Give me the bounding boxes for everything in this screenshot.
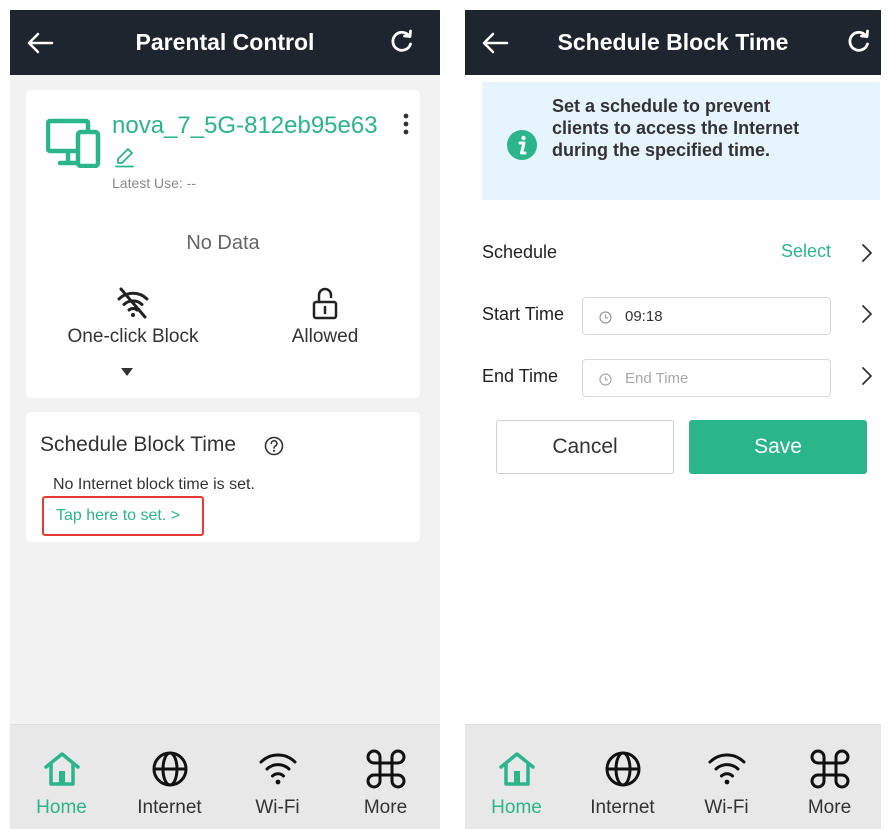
usage-status: No Data xyxy=(186,232,260,254)
save-button[interactable]: Save xyxy=(689,420,867,474)
action-label: Allowed xyxy=(291,326,359,347)
schedule-title: Schedule Block Time xyxy=(40,433,237,456)
globe-icon xyxy=(605,751,640,787)
home-icon xyxy=(498,752,535,786)
globe-icon xyxy=(152,751,187,787)
nav-label: Wi-Fi xyxy=(255,797,300,818)
nav-label: Home xyxy=(36,797,87,818)
schedule-block-time-screen: Schedule Block Time Set a schedule to pr… xyxy=(465,10,881,829)
more-vertical-icon[interactable] xyxy=(398,112,414,138)
nav-more[interactable]: More xyxy=(778,725,881,829)
wifi-icon xyxy=(708,753,745,785)
end-time-placeholder: End Time xyxy=(625,370,689,387)
latest-use-label: Latest Use: xyxy=(112,175,183,191)
start-time-label: Start Time xyxy=(482,304,565,324)
top-bar: Schedule Block Time xyxy=(465,10,881,75)
nav-label: More xyxy=(363,797,408,818)
nav-label: Home xyxy=(491,797,542,818)
set-schedule-link-label: Tap here to set. > xyxy=(56,507,181,524)
nav-label: Internet xyxy=(137,797,202,818)
parental-control-screen: Parental Control nova_7_5G-812eb95e63 La… xyxy=(10,10,440,829)
start-time-value: 09:18 xyxy=(625,308,663,325)
home-icon xyxy=(43,752,80,786)
command-icon xyxy=(366,749,405,789)
info-text: Set a schedule to prevent clients to acc… xyxy=(552,96,800,160)
start-time-input[interactable]: 09:18 xyxy=(582,297,831,335)
bottom-nav: Home Internet Wi-Fi More xyxy=(10,724,440,829)
set-schedule-link[interactable]: Tap here to set. > xyxy=(42,496,204,536)
latest-use-value: -- xyxy=(186,175,197,191)
nav-home[interactable]: Home xyxy=(10,725,113,829)
chevron-right-icon[interactable] xyxy=(861,243,873,263)
nav-wifi[interactable]: Wi-Fi xyxy=(675,725,778,829)
page-title: Schedule Block Time xyxy=(557,29,789,55)
clock-icon xyxy=(599,311,612,324)
refresh-icon[interactable] xyxy=(387,27,417,57)
allowed-button[interactable]: Allowed xyxy=(240,286,410,348)
bottom-nav: Home Internet Wi-Fi More xyxy=(465,724,881,829)
top-bar: Parental Control xyxy=(10,10,440,75)
device-card: nova_7_5G-812eb95e63 Latest Use: -- No D… xyxy=(26,90,420,398)
page-title: Parental Control xyxy=(135,29,315,55)
action-label: One-click Block xyxy=(67,326,199,347)
schedule-block-card: Schedule Block Time No Internet block ti… xyxy=(26,412,420,542)
nav-internet[interactable]: Internet xyxy=(571,725,674,829)
one-click-block-button[interactable]: One-click Block xyxy=(48,286,218,348)
device-name: nova_7_5G-812eb95e63 xyxy=(112,112,378,139)
nav-wifi[interactable]: Wi-Fi xyxy=(226,725,329,829)
edit-icon[interactable] xyxy=(114,146,136,168)
schedule-status: No Internet block time is set. xyxy=(53,476,255,493)
schedule-select[interactable]: Select xyxy=(781,241,831,262)
caret-down-icon[interactable] xyxy=(121,368,133,376)
cancel-button[interactable]: Cancel xyxy=(496,420,674,474)
end-time-input[interactable]: End Time xyxy=(582,359,831,397)
clock-icon xyxy=(599,373,612,386)
wifi-icon xyxy=(259,753,296,785)
chevron-right-icon[interactable] xyxy=(861,304,873,324)
command-icon xyxy=(810,749,849,789)
unlock-icon xyxy=(312,287,338,320)
nav-label: Wi-Fi xyxy=(704,797,749,818)
help-icon[interactable] xyxy=(264,436,284,456)
nav-label: More xyxy=(807,797,852,818)
nav-label: Internet xyxy=(590,797,655,818)
info-icon xyxy=(507,130,537,160)
end-time-label: End Time xyxy=(482,366,559,386)
schedule-label: Schedule xyxy=(482,242,558,262)
wifi-off-icon xyxy=(117,287,149,319)
nav-more[interactable]: More xyxy=(334,725,437,829)
nav-internet[interactable]: Internet xyxy=(118,725,221,829)
chevron-right-icon[interactable] xyxy=(861,366,873,386)
refresh-icon[interactable] xyxy=(844,27,874,57)
info-notice: Set a schedule to prevent clients to acc… xyxy=(482,82,880,200)
device-icon xyxy=(46,118,101,168)
nav-home[interactable]: Home xyxy=(465,725,568,829)
latest-use: Latest Use: -- xyxy=(112,175,196,191)
